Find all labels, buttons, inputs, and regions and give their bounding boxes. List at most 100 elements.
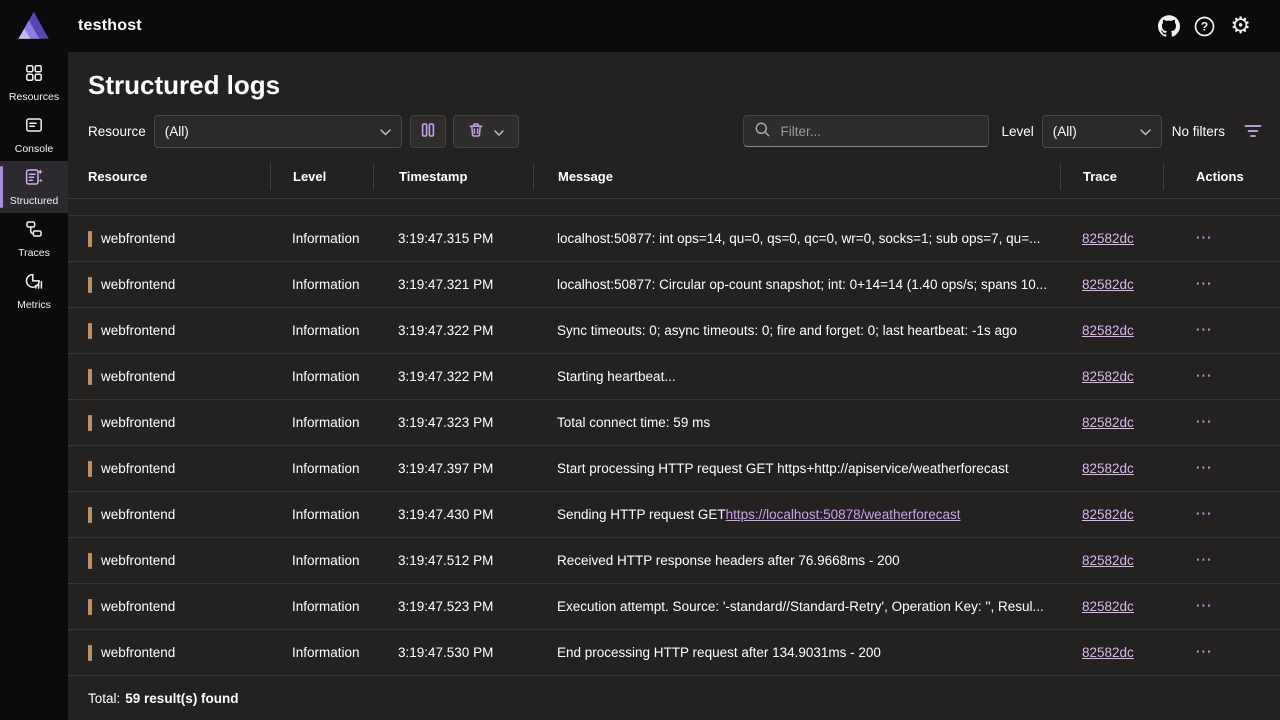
resource-color-bar — [88, 507, 92, 523]
resource-color-bar — [88, 415, 92, 431]
sidebar-item-label: Structured — [10, 195, 58, 207]
top-bar: testhost ? ⚙ — [0, 0, 1280, 52]
timestamp-cell: 3:19:47.530 PM — [373, 645, 533, 660]
table-row[interactable]: webfrontend Information 3:19:47.430 PM S… — [68, 492, 1280, 538]
level-cell: Information — [270, 277, 373, 292]
sidebar-nav: Resources Console Structured — [0, 52, 68, 720]
row-actions-button[interactable]: ⋯ — [1195, 598, 1212, 615]
resource-label: Resource — [88, 124, 146, 139]
table-header: Resource Level Timestamp Message Trace A… — [68, 154, 1280, 199]
search-icon — [754, 121, 771, 141]
row-actions-button[interactable]: ⋯ — [1195, 230, 1212, 247]
ellipsis-icon: ⋯ — [1195, 414, 1212, 431]
resource-color-bar — [88, 553, 92, 569]
resource-cell-label: webfrontend — [101, 507, 175, 522]
message-link[interactable]: https://localhost:50878/weatherforecast — [726, 507, 961, 522]
ellipsis-icon: ⋯ — [1195, 460, 1212, 477]
metrics-icon — [24, 271, 44, 296]
level-cell: Information — [270, 231, 373, 246]
trace-link[interactable]: 82582dc — [1082, 369, 1134, 384]
row-actions-button[interactable]: ⋯ — [1195, 506, 1212, 523]
sidebar-item-console[interactable]: Console — [0, 109, 68, 161]
resource-cell-label: webfrontend — [101, 553, 175, 568]
message-text: Total connect time: 59 ms — [557, 415, 710, 430]
resource-cell-label: webfrontend — [101, 323, 175, 338]
app-title: testhost — [78, 17, 142, 35]
timestamp-cell: 3:19:47.523 PM — [373, 599, 533, 614]
help-icon[interactable]: ? — [1193, 15, 1216, 38]
level-select[interactable]: (All) — [1042, 115, 1162, 148]
level-label: Level — [1001, 124, 1033, 139]
table-row[interactable]: webfrontend Information 3:19:47.397 PM S… — [68, 446, 1280, 492]
timestamp-cell: 3:19:47.512 PM — [373, 553, 533, 568]
no-filters-text: No filters — [1172, 124, 1225, 139]
trash-icon — [467, 121, 485, 142]
timestamp-cell: 3:19:47.321 PM — [373, 277, 533, 292]
clear-logs-split-button[interactable] — [453, 115, 519, 148]
table-row[interactable]: webfrontend Information 3:19:47.523 PM E… — [68, 584, 1280, 630]
resource-select[interactable]: (All) — [154, 115, 402, 148]
table-row[interactable]: webfrontend Information 3:19:47.322 PM S… — [68, 308, 1280, 354]
sidebar-item-traces[interactable]: Traces — [0, 213, 68, 265]
row-actions-button[interactable]: ⋯ — [1195, 644, 1212, 661]
trace-link[interactable]: 82582dc — [1082, 415, 1134, 430]
table-row[interactable]: webfrontend Information 3:19:47.321 PM l… — [68, 262, 1280, 308]
trace-link[interactable]: 82582dc — [1082, 199, 1134, 200]
trace-link[interactable]: 82582dc — [1082, 645, 1134, 660]
table-row[interactable]: webfrontend Information 3:19:47.512 PM R… — [68, 538, 1280, 584]
filter-input[interactable] — [780, 124, 978, 139]
main-content: Structured logs Resource (All) — [68, 52, 1280, 720]
filter-icon[interactable] — [1242, 120, 1264, 142]
timestamp-cell: 3:19:47.430 PM — [373, 507, 533, 522]
trace-link[interactable]: 82582dc — [1082, 277, 1134, 292]
log-table-body: webfrontend Information 3:19:47.315 PM l… — [68, 216, 1280, 676]
level-cell: Information — [270, 323, 373, 338]
resource-color-bar — [88, 461, 92, 477]
message-text: Start processing HTTP request GET https+… — [557, 461, 1009, 476]
pause-button[interactable] — [410, 115, 446, 148]
trace-link[interactable]: 82582dc — [1082, 507, 1134, 522]
trace-link[interactable]: 82582dc — [1082, 553, 1134, 568]
sidebar-item-metrics[interactable]: Metrics — [0, 265, 68, 317]
results-footer: Total: 59 result(s) found — [68, 676, 1280, 720]
table-row[interactable]: webfrontend Information 3:19:47.323 PM T… — [68, 400, 1280, 446]
timestamp-cell: 3:19:47.322 PM — [373, 369, 533, 384]
sidebar-item-label: Metrics — [17, 299, 51, 311]
filter-search-box — [743, 115, 989, 147]
level-cell: Information — [270, 553, 373, 568]
ellipsis-icon: ⋯ — [1195, 552, 1212, 569]
resource-cell-label: webfrontend — [101, 369, 175, 384]
table-row[interactable]: webfrontend Information 3:19:47.315 PM l… — [68, 216, 1280, 262]
partial-row-clip: 82582dc — [68, 199, 1280, 216]
ellipsis-icon: ⋯ — [1195, 230, 1212, 247]
row-actions-button[interactable]: ⋯ — [1195, 368, 1212, 385]
chevron-down-icon — [1140, 124, 1151, 139]
row-actions-button[interactable]: ⋯ — [1195, 460, 1212, 477]
github-icon[interactable] — [1157, 15, 1180, 38]
settings-gear-icon[interactable]: ⚙ — [1229, 15, 1252, 38]
trace-link[interactable]: 82582dc — [1082, 461, 1134, 476]
sidebar-item-resources[interactable]: Resources — [0, 57, 68, 109]
row-actions-button[interactable]: ⋯ — [1195, 276, 1212, 293]
level-cell: Information — [270, 461, 373, 476]
ellipsis-icon: ⋯ — [1195, 322, 1212, 339]
resource-color-bar — [88, 369, 92, 385]
row-actions-button[interactable]: ⋯ — [1195, 552, 1212, 569]
table-row[interactable]: webfrontend Information 3:19:47.322 PM S… — [68, 354, 1280, 400]
trace-link[interactable]: 82582dc — [1082, 231, 1134, 246]
sidebar-item-structured[interactable]: Structured — [0, 161, 68, 213]
timestamp-cell: 3:19:47.397 PM — [373, 461, 533, 476]
trace-link[interactable]: 82582dc — [1082, 599, 1134, 614]
trace-link[interactable]: 82582dc — [1082, 323, 1134, 338]
svg-text:?: ? — [1201, 19, 1208, 33]
table-row-partial[interactable]: 82582dc — [68, 199, 1280, 216]
table-row[interactable]: webfrontend Information 3:19:47.530 PM E… — [68, 630, 1280, 676]
resources-grid-icon — [24, 63, 44, 88]
resource-cell-label: webfrontend — [101, 277, 175, 292]
level-cell: Information — [270, 369, 373, 384]
resource-cell-label: webfrontend — [101, 599, 175, 614]
row-actions-button[interactable]: ⋯ — [1195, 414, 1212, 431]
row-actions-button[interactable]: ⋯ — [1195, 322, 1212, 339]
total-label: Total: — [88, 691, 120, 706]
message-text: Sync timeouts: 0; async timeouts: 0; fir… — [557, 323, 1017, 338]
